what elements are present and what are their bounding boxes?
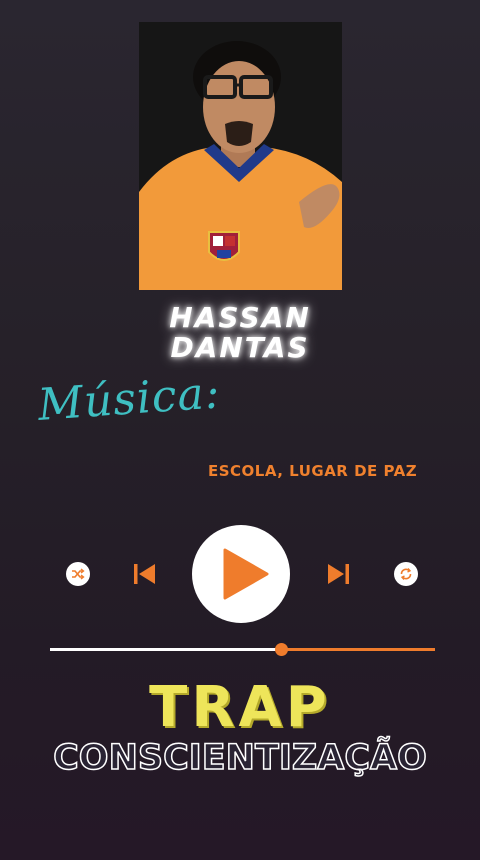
previous-button[interactable]: [132, 562, 158, 586]
artist-name-line2: DANTAS: [170, 331, 310, 364]
artist-name: HASSAN DANTAS: [0, 303, 480, 363]
progress-bar[interactable]: [50, 643, 435, 656]
progress-knob[interactable]: [275, 643, 288, 656]
next-button[interactable]: [325, 562, 351, 586]
skip-previous-icon: [134, 564, 155, 584]
play-button[interactable]: [192, 525, 290, 623]
genre-title: TRAP: [149, 675, 331, 740]
progress-fill: [50, 648, 281, 651]
musica-label: Música:: [36, 367, 223, 431]
play-icon: [223, 548, 269, 600]
repeat-icon: [400, 568, 412, 580]
skip-next-icon: [328, 564, 349, 584]
genre-subtitle: CONSCIENTIZAÇÃO: [52, 737, 427, 779]
song-title: ESCOLA, LUGAR DE PAZ: [208, 462, 418, 480]
shuffle-button[interactable]: [66, 562, 90, 586]
repeat-button[interactable]: [394, 562, 418, 586]
artist-photo: [139, 22, 342, 290]
artist-name-line1: HASSAN: [169, 301, 311, 334]
shuffle-icon: [72, 568, 85, 580]
